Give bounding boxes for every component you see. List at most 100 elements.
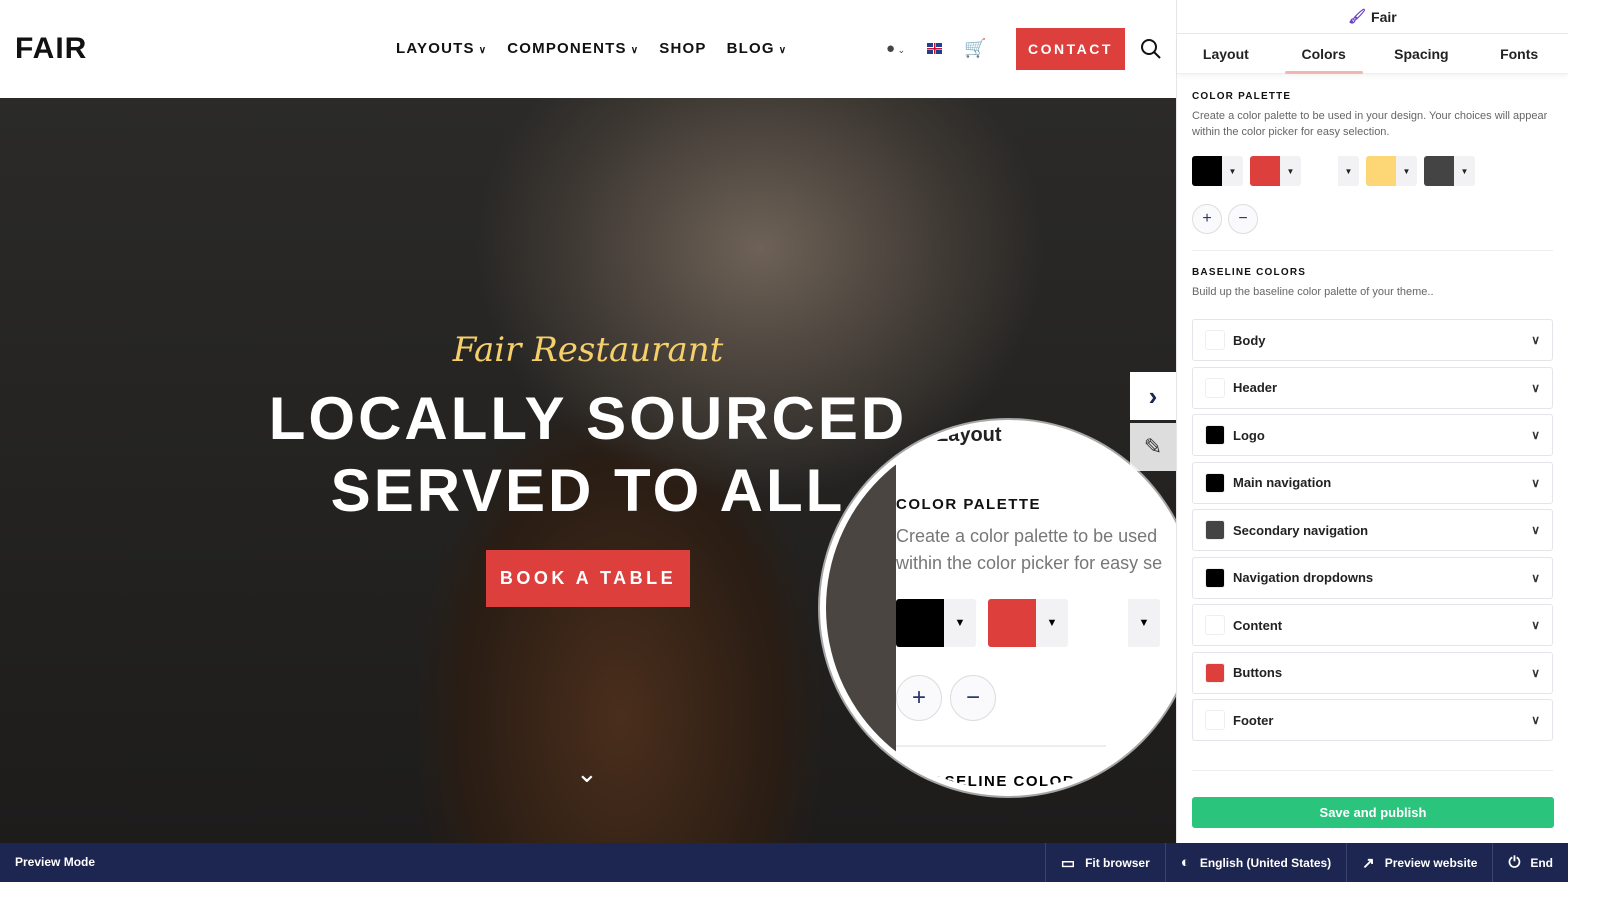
nav-item-label: SHOP	[659, 40, 707, 57]
external-link-icon: ↗	[1362, 854, 1375, 872]
baseline-row-buttons[interactable]: Buttons ∨	[1192, 651, 1553, 694]
palette-swatch[interactable]: ▼	[1424, 156, 1475, 186]
baseline-row-footer[interactable]: Footer ∨	[1192, 699, 1553, 741]
caret-down-icon[interactable]: ▼	[1280, 156, 1301, 186]
caret-down-icon[interactable]: ▼	[1396, 156, 1417, 186]
baseline-row-main-navigation[interactable]: Main navigation ∨	[1192, 461, 1553, 504]
flag-uk-icon[interactable]	[927, 43, 943, 54]
nav-item-label: LAYOUTS	[396, 40, 475, 57]
main-navigation: LAYOUTS ∨ COMPONENTS ∨ SHOP BLOG ∨	[396, 40, 787, 57]
caret-down-icon[interactable]: ▼	[1454, 156, 1475, 186]
palette-swatch[interactable]: ▼	[1308, 156, 1359, 186]
color-swatch[interactable]	[1205, 330, 1225, 350]
mag-swatch: ▼	[988, 599, 1068, 647]
edit-button[interactable]: ✎	[1130, 423, 1176, 471]
chevron-down-icon[interactable]: ⌄	[576, 758, 598, 789]
baseline-row-navigation-dropdowns[interactable]: Navigation dropdowns ∨	[1192, 556, 1553, 599]
baseline-row-content[interactable]: Content ∨	[1192, 604, 1553, 646]
row-label: Navigation dropdowns	[1233, 570, 1374, 585]
chevron-down-icon[interactable]: ∨	[1531, 713, 1540, 727]
color-swatch[interactable]	[1205, 662, 1225, 683]
swatch-color[interactable]	[1250, 156, 1280, 186]
contact-button[interactable]: CONTACT	[1016, 28, 1125, 70]
panel-tabs: Layout Colors Spacing Fonts	[1177, 34, 1568, 74]
add-color-button[interactable]: +	[1192, 204, 1222, 234]
color-swatch[interactable]	[1205, 615, 1225, 635]
chevron-down-icon[interactable]: ∨	[1531, 571, 1540, 585]
chevron-down-icon[interactable]: ∨	[1531, 333, 1540, 347]
tab-colors[interactable]: Colors	[1275, 34, 1373, 74]
account-icon[interactable]: ● ⌄	[886, 40, 905, 57]
caret-down-icon[interactable]: ▼	[1338, 156, 1359, 186]
swatch-color[interactable]	[1308, 156, 1338, 186]
swatch-color[interactable]	[1424, 156, 1454, 186]
mag-tab-label: Layout	[936, 424, 1002, 446]
tab-spacing[interactable]: Spacing	[1373, 34, 1471, 73]
mag-heading: COLOR PALETTE	[896, 496, 1042, 513]
book-table-button[interactable]: BOOK A TABLE	[486, 550, 690, 607]
color-swatch[interactable]	[1205, 567, 1225, 588]
site-logo[interactable]: FAIR	[15, 32, 87, 66]
chevron-down-icon: ∨	[778, 45, 788, 56]
row-label: Main navigation	[1233, 475, 1332, 490]
row-label: Content	[1233, 617, 1283, 633]
chevron-right-icon: ›	[1148, 380, 1158, 411]
cart-icon[interactable]: 🛒	[964, 38, 986, 59]
row-label: Logo	[1233, 427, 1265, 443]
chevron-down-icon: ∨	[630, 45, 640, 56]
row-label: Header	[1233, 380, 1278, 395]
bottom-end[interactable]: ⏻ End	[1492, 843, 1568, 882]
swatch-color[interactable]	[1366, 156, 1396, 186]
row-label: Secondary navigation	[1233, 522, 1369, 538]
color-swatch[interactable]	[1205, 472, 1225, 493]
zoom-magnifier: Layout COLOR PALETTE Create a color pale…	[820, 420, 1196, 796]
nav-item-label: COMPONENTS	[507, 40, 627, 57]
baseline-row-secondary-navigation[interactable]: Secondary navigation ∨	[1192, 509, 1553, 551]
nav-item-layouts[interactable]: LAYOUTS ∨	[396, 40, 487, 57]
color-swatch[interactable]	[1205, 377, 1225, 398]
color-swatch[interactable]	[1205, 710, 1225, 730]
hero-script-title: Fair Restaurant	[452, 330, 724, 370]
baseline-row-header[interactable]: Header ∨	[1192, 366, 1553, 409]
palette-swatch[interactable]: ▼	[1366, 156, 1417, 186]
color-palette-description: Create a color palette to be used in you…	[1192, 110, 1548, 138]
search-icon[interactable]	[1140, 38, 1162, 60]
chevron-down-icon[interactable]: ∨	[1531, 476, 1540, 490]
nav-item-components[interactable]: COMPONENTS ∨	[507, 40, 639, 57]
bottom-item-label: English (United States)	[1199, 855, 1332, 870]
baseline-row-body[interactable]: Body ∨	[1192, 319, 1553, 361]
website-preview: FAIR LAYOUTS ∨ COMPONENTS ∨ SHOP BLOG ∨ ● ⌄ 🛒 …	[0, 0, 1196, 843]
pencil-icon: ✎	[1143, 434, 1163, 459]
caret-down-icon[interactable]: ▼	[1222, 156, 1243, 186]
tab-layout[interactable]: Layout	[1177, 34, 1275, 73]
mag-plus-icon: +	[896, 675, 942, 721]
row-label: Footer	[1233, 712, 1274, 728]
remove-color-button[interactable]: −	[1228, 204, 1258, 234]
expand-panel-button[interactable]: ›	[1130, 372, 1176, 420]
color-swatch[interactable]	[1205, 520, 1225, 540]
bottom-fit-browser[interactable]: ▭ Fit browser	[1044, 843, 1165, 882]
customizer-panel: 🖌 Fair Layout Colors Spacing Fonts COLOR PAL…	[1176, 0, 1568, 843]
save-publish-button[interactable]: Save and publish	[1192, 797, 1554, 828]
chevron-down-icon[interactable]: ∨	[1531, 618, 1540, 632]
chevron-down-icon[interactable]: ∨	[1531, 666, 1540, 680]
chevron-down-icon[interactable]: ∨	[1531, 381, 1540, 395]
bottom-preview-website[interactable]: ↗ Preview website	[1346, 843, 1492, 882]
chevron-down-icon: ∨	[478, 45, 488, 56]
color-swatch[interactable]	[1205, 425, 1225, 445]
swatch-color[interactable]	[1192, 156, 1222, 186]
globe-icon: ◐	[1180, 854, 1190, 871]
chevron-down-icon[interactable]: ∨	[1531, 523, 1540, 537]
mag-desc: Create a color palette to be used within …	[896, 526, 1163, 573]
preview-bar: Preview Mode ▭ Fit browser ◐ English (Unite…	[0, 843, 1568, 882]
nav-item-shop[interactable]: SHOP	[659, 40, 706, 57]
row-label: Buttons	[1233, 665, 1283, 680]
color-palette-heading: COLOR PALETTE	[1192, 91, 1292, 102]
bottom-english-united-states-[interactable]: ◐ English (United States)	[1164, 843, 1346, 882]
baseline-row-logo[interactable]: Logo ∨	[1192, 414, 1553, 456]
chevron-down-icon[interactable]: ∨	[1531, 428, 1540, 442]
palette-swatch[interactable]: ▼	[1250, 156, 1301, 186]
tab-fonts[interactable]: Fonts	[1470, 34, 1568, 73]
nav-item-blog[interactable]: BLOG ∨	[727, 40, 788, 57]
palette-swatch[interactable]: ▼	[1192, 156, 1243, 186]
